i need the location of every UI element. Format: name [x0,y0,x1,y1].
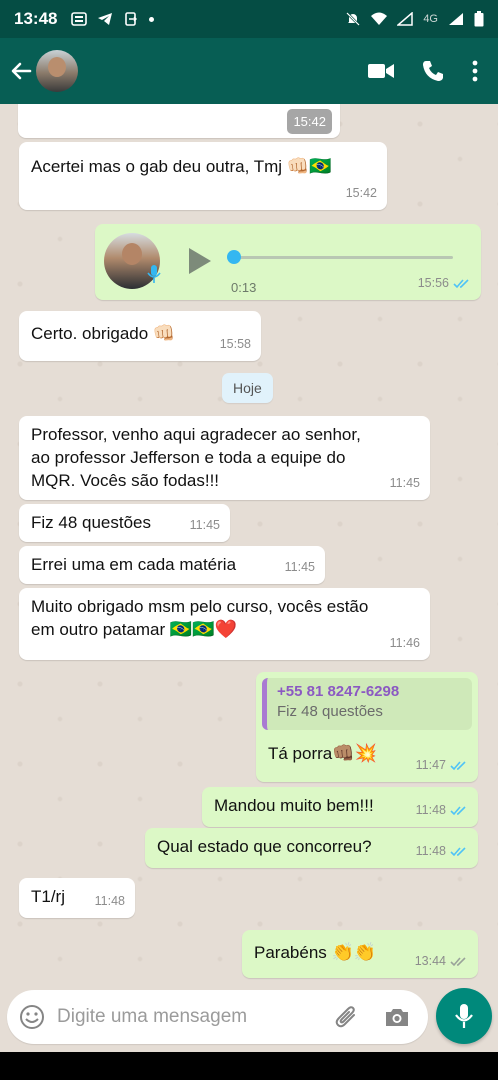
message-emoji: 👊🏽💥 [332,743,378,763]
composer-pill [7,990,428,1044]
arrow-back-icon [11,62,32,80]
back-button[interactable] [8,58,34,84]
quoted-text: Fiz 48 questões [277,703,383,720]
message-bubble[interactable]: 15:42 [18,104,340,138]
telegram-icon [98,13,113,25]
message-text: T1/rj [31,887,65,906]
system-navigation-bar [0,1052,498,1080]
phone-icon[interactable] [422,60,444,82]
message-time: 11:48 [94,894,125,908]
composer-bar [0,984,498,1052]
message-text: Mandou muito bem!!! [214,796,374,815]
status-time: 13:48 [14,9,58,28]
read-ticks-icon [450,761,466,771]
read-ticks-icon [450,847,466,857]
screen-share-icon [125,12,138,26]
message-bubble[interactable]: Errei uma em cada matéria 11:45 [19,546,325,584]
message-time: 11:45 [389,476,420,490]
message-text: Tá porra [268,744,333,763]
message-bubble[interactable]: Muito obrigado msm pelo curso, vocês est… [19,588,430,660]
message-bubble[interactable]: Acertei mas o gab deu outra, Tmj 👊🏻🇧🇷 15… [19,142,387,210]
voice-message-bubble[interactable]: 0:13 15:56 [95,224,481,300]
message-bubble[interactable]: Qual estado que concorreu? 11:48 [145,828,478,868]
quoted-message[interactable]: +55 81 8247-6298 Fiz 48 questões [262,678,472,730]
message-text-line: MQR. Vocês são fodas!!! [31,471,220,490]
message-bubble[interactable]: Certo. obrigado 👊🏻 15:58 [19,311,261,361]
mic-badge-icon [147,265,161,283]
message-emoji: 🇧🇷🇧🇷❤️ [169,619,238,639]
date-divider: Hoje [222,373,273,403]
message-text: Qual estado que concorreu? [157,837,372,856]
message-bubble[interactable]: Parabéns 👏👏 13:44 [242,930,478,978]
message-text-line: Professor, venho aqui agradecer ao senho… [31,425,361,444]
message-emoji: 👊🏻 [152,323,176,343]
read-ticks-icon [453,279,469,289]
read-ticks-icon [450,806,466,816]
message-time: 11:46 [389,636,420,650]
message-text: Parabéns [254,943,327,962]
message-emoji: 👏👏 [331,942,377,962]
dot-indicator-icon [149,16,155,22]
camera-icon[interactable] [384,1006,410,1028]
message-time: 11:45 [284,560,315,574]
message-bubble[interactable]: Professor, venho aqui agradecer ao senho… [19,416,430,500]
message-time: 13:44 [414,954,446,968]
voice-duration: 0:13 [231,280,257,295]
message-bubble[interactable]: T1/rj 11:48 [19,878,135,918]
message-time: 11:48 [415,844,446,858]
mute-icon [346,12,361,26]
message-text-line: em outro patamar [31,620,166,639]
message-time: 15:56 [417,276,449,290]
message-text-line: Muito obrigado msm pelo curso, vocês est… [31,597,369,616]
message-text: Acertei mas o gab deu outra, Tmj [31,157,283,176]
message-emoji: 👊🏻🇧🇷 [286,156,332,176]
attach-icon[interactable] [334,1004,360,1030]
message-bubble[interactable]: Mandou muito bem!!! 11:48 [202,787,478,827]
voice-progress-handle[interactable] [227,250,241,264]
message-text: Fiz 48 questões [31,513,152,532]
delivered-ticks-icon [450,957,466,967]
message-time: 15:42 [345,186,377,200]
message-text: Errei uma em cada matéria [31,555,237,574]
message-text: Certo. obrigado [31,324,149,343]
message-bubble[interactable]: Fiz 48 questões 11:45 [19,504,230,542]
voice-progress-track[interactable] [233,256,453,259]
contact-avatar[interactable] [36,50,78,92]
reply-message-bubble[interactable]: +55 81 8247-6298 Fiz 48 questões Tá porr… [256,672,478,782]
microphone-icon [455,1004,473,1028]
quoted-author: +55 81 8247-6298 [277,683,400,700]
voice-record-button[interactable] [436,988,492,1044]
status-bar: 13:48 4G [0,0,498,38]
emoji-icon[interactable] [19,1004,45,1030]
gallery-notification-icon [71,12,88,26]
video-call-icon[interactable] [368,62,394,80]
message-time: 11:47 [415,758,446,772]
message-input[interactable] [57,1006,334,1028]
more-vert-icon[interactable] [472,60,478,82]
message-time: 15:58 [219,337,251,351]
message-text-line: ao professor Jefferson e toda a equipe d… [31,448,346,467]
chat-header [0,38,498,104]
signal-icon [397,12,414,26]
media-time-overlay: 15:42 [287,109,332,134]
play-button[interactable] [187,246,213,276]
wifi-icon [371,12,388,25]
message-list[interactable]: 15:42 Acertei mas o gab deu outra, Tmj 👊… [0,104,498,984]
signal-full-icon [449,13,463,25]
network-type-label: 4G [423,13,438,25]
message-time: 11:45 [189,518,220,532]
message-time: 11:48 [415,803,446,817]
battery-icon [474,11,484,27]
